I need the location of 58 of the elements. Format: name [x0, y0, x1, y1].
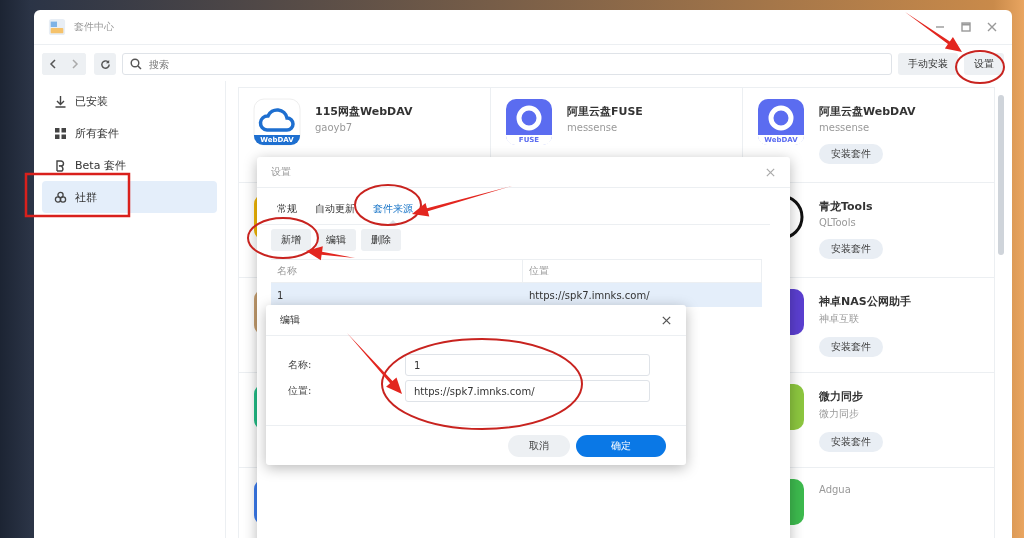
- action-button[interactable]: 删除: [361, 229, 401, 251]
- tab[interactable]: 常规: [271, 196, 303, 224]
- package-author: messense: [567, 122, 618, 133]
- scrollbar[interactable]: [998, 95, 1004, 255]
- package-title: 微力同步: [819, 389, 863, 404]
- dialog-title: 设置: [271, 165, 291, 179]
- refresh-icon: [99, 58, 111, 70]
- package-author: 神卓互联: [819, 312, 859, 326]
- input-field[interactable]: 1: [405, 354, 650, 376]
- package-title: 阿里云盘FUSE: [567, 104, 643, 119]
- sidebar-item[interactable]: Beta 套件: [42, 149, 217, 181]
- beta-icon: [54, 158, 67, 172]
- package-author: messense: [819, 122, 870, 133]
- install-button[interactable]: 安装套件: [819, 337, 883, 357]
- annotation-circle: [955, 50, 1005, 84]
- annotation-arrow: [905, 12, 962, 52]
- search-field[interactable]: 搜索: [122, 53, 892, 75]
- annotation-circle: [247, 217, 319, 259]
- close-icon[interactable]: [661, 314, 672, 326]
- package-title: 青龙Tools: [819, 199, 873, 214]
- sidebar-item[interactable]: 社群: [42, 181, 217, 213]
- confirm-button[interactable]: 确定: [576, 435, 666, 457]
- tab[interactable]: 自动更新: [309, 196, 361, 224]
- field-label: 名称:: [288, 358, 313, 372]
- maximize-icon[interactable]: [960, 21, 972, 33]
- grid-icon: [54, 126, 67, 140]
- field-label: 位置:: [288, 384, 313, 398]
- annotation-circle: [354, 184, 422, 226]
- refresh-button[interactable]: [94, 53, 116, 75]
- action-button[interactable]: 新增: [271, 229, 311, 251]
- people-icon: [54, 190, 67, 204]
- toolbar-button[interactable]: 手动安装: [898, 53, 958, 75]
- package-title: 115网盘WebDAV: [315, 104, 413, 119]
- package-title: 神卓NAS公网助手: [819, 294, 911, 309]
- install-button[interactable]: 安装套件: [819, 144, 883, 164]
- annotation-arrow: [306, 246, 355, 261]
- toolbar-button[interactable]: 设置: [964, 53, 1004, 75]
- window-title: 套件中心: [74, 20, 115, 34]
- cancel-button[interactable]: 取消: [508, 435, 570, 457]
- download-icon: [54, 94, 67, 108]
- input-field[interactable]: https://spk7.imnks.com/: [405, 380, 650, 402]
- chevron-left-icon: [48, 59, 58, 69]
- app-icon: [48, 18, 66, 36]
- package-title: 阿里云盘WebDAV: [819, 104, 916, 119]
- table-row[interactable]: 1 https://spk7.imnks.com/: [271, 282, 762, 307]
- install-button[interactable]: 安装套件: [819, 432, 883, 452]
- chevron-right-icon: [70, 59, 80, 69]
- action-button[interactable]: 编辑: [316, 229, 356, 251]
- package-author: 微力同步: [819, 407, 859, 421]
- install-button[interactable]: 安装套件: [819, 239, 883, 259]
- package-author: gaoyb7: [315, 122, 353, 133]
- search-icon: [130, 58, 142, 70]
- package-author: Adgua: [819, 484, 851, 495]
- package-author: QLTools: [819, 217, 856, 228]
- sidebar-item[interactable]: 已安装: [42, 85, 217, 117]
- tab[interactable]: 套件来源: [367, 196, 419, 224]
- dialog-title: 编辑: [280, 313, 300, 327]
- sidebar-item[interactable]: 所有套件: [42, 117, 217, 149]
